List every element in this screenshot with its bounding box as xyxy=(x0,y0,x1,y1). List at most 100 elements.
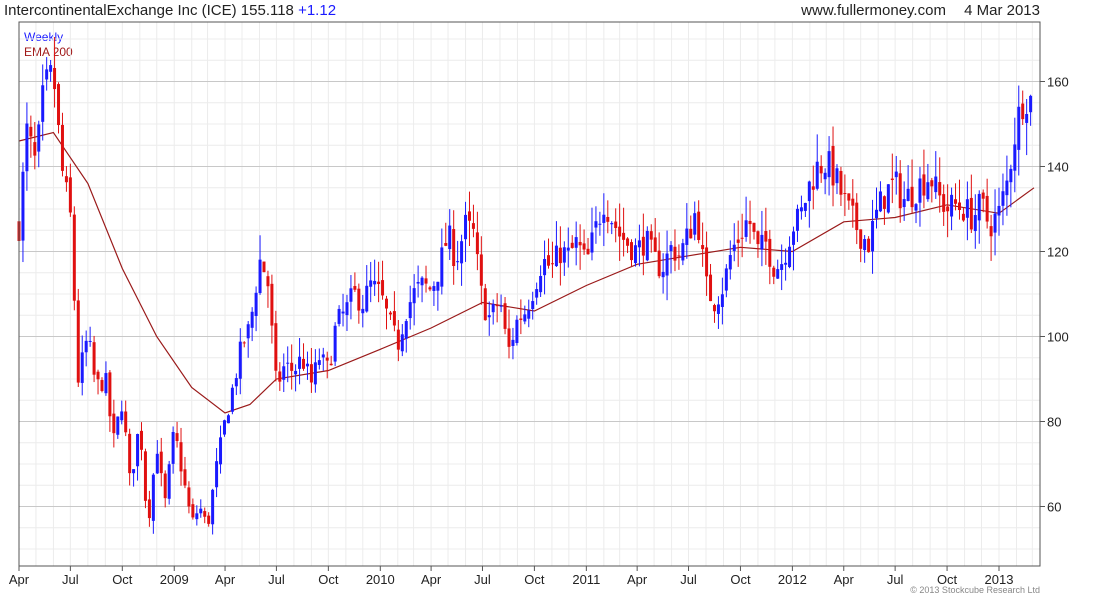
candle-down xyxy=(100,380,104,391)
candle-down xyxy=(428,287,432,290)
candle-up xyxy=(345,302,349,316)
x-tick-label: Oct xyxy=(524,572,545,587)
candle-down xyxy=(266,276,270,287)
candle-down xyxy=(68,177,72,213)
candle-down xyxy=(756,231,760,245)
candle-down xyxy=(938,182,942,196)
candle-down xyxy=(558,247,562,264)
candle-down xyxy=(159,451,163,474)
candle-up xyxy=(1029,95,1033,113)
candle-down xyxy=(76,300,80,383)
candle-down xyxy=(57,84,61,126)
candle-up xyxy=(464,214,468,240)
candle-up xyxy=(554,245,558,267)
candle-up xyxy=(136,434,140,467)
x-tick-label: Apr xyxy=(834,572,855,587)
candle-down xyxy=(309,364,313,383)
candle-down xyxy=(471,223,475,229)
candle-up xyxy=(412,288,416,304)
candle-down xyxy=(969,197,973,230)
candle-up xyxy=(835,168,839,184)
candle-down xyxy=(60,124,64,171)
candle-down xyxy=(124,411,128,433)
x-tick-label: Jul xyxy=(62,572,79,587)
candle-down xyxy=(946,206,950,212)
candle-up xyxy=(155,453,159,474)
candle-up xyxy=(230,387,234,412)
candle-up xyxy=(254,292,258,317)
candle-up xyxy=(1001,191,1005,206)
candle-up xyxy=(590,232,594,253)
candle-down xyxy=(396,329,400,350)
candle-up xyxy=(234,378,238,387)
candle-up xyxy=(420,277,424,286)
y-tick-label: 100 xyxy=(1047,330,1069,345)
candle-down xyxy=(143,451,147,501)
candle-down xyxy=(140,430,143,450)
candle-down xyxy=(740,237,744,239)
candle-down xyxy=(622,232,626,240)
x-tick-label: Apr xyxy=(421,572,442,587)
candle-up xyxy=(365,285,369,312)
x-tick-label: Oct xyxy=(730,572,751,587)
candle-down xyxy=(689,228,693,239)
candle-up xyxy=(37,124,41,152)
candle-down xyxy=(855,202,859,231)
candle-down xyxy=(578,241,582,246)
candle-up xyxy=(784,262,788,265)
candle-up xyxy=(49,65,53,72)
candle-up xyxy=(361,308,365,314)
candle-down xyxy=(29,126,33,137)
candle-up xyxy=(878,191,882,212)
price-chart: 60 80 100 120 140 160 Apr Jul Oct 2009 Apr Jul Oct 20… xyxy=(9,21,1069,587)
candle-up xyxy=(523,314,527,322)
candle-down xyxy=(163,473,167,499)
candle-up xyxy=(574,237,578,248)
candle-down xyxy=(961,213,965,221)
candle-up xyxy=(432,286,436,291)
candle-up xyxy=(598,223,602,225)
candle-down xyxy=(831,145,835,186)
axis-layer: 60 80 100 120 140 160 Apr Jul Oct 2009 Apr Jul Oct 20… xyxy=(9,21,1069,587)
candle-up xyxy=(918,178,922,203)
candle-up xyxy=(902,199,906,208)
candle-up xyxy=(294,370,298,375)
candle-up xyxy=(337,308,341,324)
candle-up xyxy=(637,240,641,248)
candle-up xyxy=(823,172,827,180)
candle-up xyxy=(1025,114,1029,123)
candle-down xyxy=(586,248,590,255)
candle-up xyxy=(977,193,981,221)
candle-layer xyxy=(17,36,1033,535)
y-tick-label: 160 xyxy=(1047,75,1069,90)
candle-down xyxy=(112,413,116,434)
x-tick-label: Apr xyxy=(9,572,30,587)
candle-up xyxy=(222,420,226,435)
candle-up xyxy=(815,161,819,189)
candle-up xyxy=(645,230,649,261)
candle-down xyxy=(649,231,653,240)
candle-down xyxy=(483,288,487,321)
candle-up xyxy=(950,194,954,217)
candle-down xyxy=(377,281,381,285)
candle-down xyxy=(147,499,151,519)
candle-up xyxy=(416,281,420,284)
candle-up xyxy=(827,151,831,178)
candle-down xyxy=(72,214,76,301)
candle-down xyxy=(954,199,958,204)
candle-up xyxy=(199,508,203,514)
candle-down xyxy=(479,254,483,286)
candle-up xyxy=(41,85,45,122)
candle-up xyxy=(728,255,732,270)
x-tick-label: 2012 xyxy=(778,572,807,587)
candle-down xyxy=(764,231,768,242)
candle-up xyxy=(914,204,918,211)
x-tick-label: Oct xyxy=(318,572,339,587)
x-tick-label: 2013 xyxy=(985,572,1014,587)
candle-up xyxy=(543,258,547,276)
candle-up xyxy=(321,354,325,358)
x-tick-label: Jul xyxy=(680,572,697,587)
x-tick-label: Oct xyxy=(112,572,133,587)
candle-down xyxy=(385,298,388,309)
candle-down xyxy=(989,226,993,237)
